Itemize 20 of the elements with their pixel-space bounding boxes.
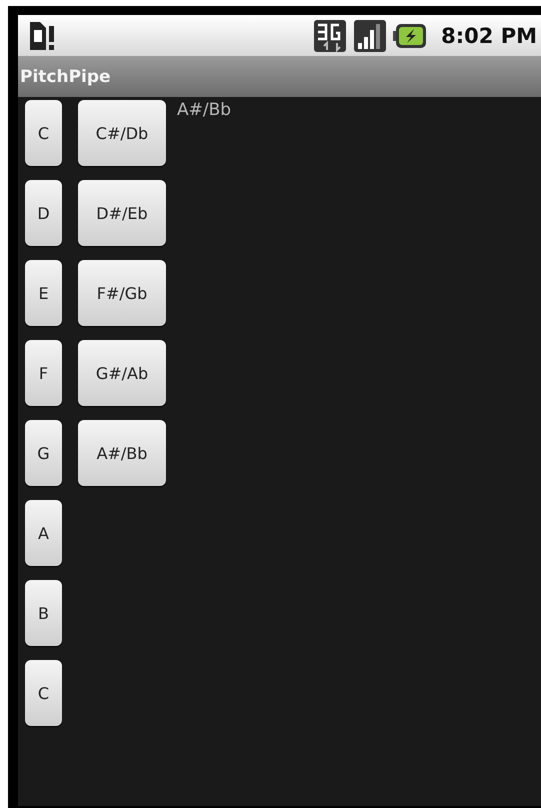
note-button[interactable]: B — [25, 580, 62, 646]
clock-time: 8:02 PM — [441, 24, 537, 48]
network-3g-icon — [313, 18, 348, 52]
note-button[interactable]: F — [25, 340, 62, 406]
note-button[interactable]: G#/Ab — [78, 340, 166, 406]
note-button[interactable]: D#/Eb — [78, 180, 166, 246]
note-button[interactable]: A#/Bb — [78, 420, 166, 486]
signal-icon — [353, 18, 388, 52]
note-button[interactable]: E — [25, 260, 62, 326]
note-button[interactable]: D — [25, 180, 62, 246]
note-button[interactable]: G — [25, 420, 62, 486]
note-button[interactable]: F#/Gb — [78, 260, 166, 326]
battery-charging-icon — [393, 22, 428, 50]
current-note-label: A#/Bb — [177, 100, 232, 120]
note-button[interactable]: C#/Db — [78, 100, 166, 166]
note-button[interactable]: A — [25, 500, 62, 566]
note-button[interactable]: C — [25, 660, 62, 726]
sim-card-alert-icon — [28, 20, 56, 52]
note-button[interactable]: C — [25, 100, 62, 166]
app-title: PitchPipe — [20, 66, 111, 86]
